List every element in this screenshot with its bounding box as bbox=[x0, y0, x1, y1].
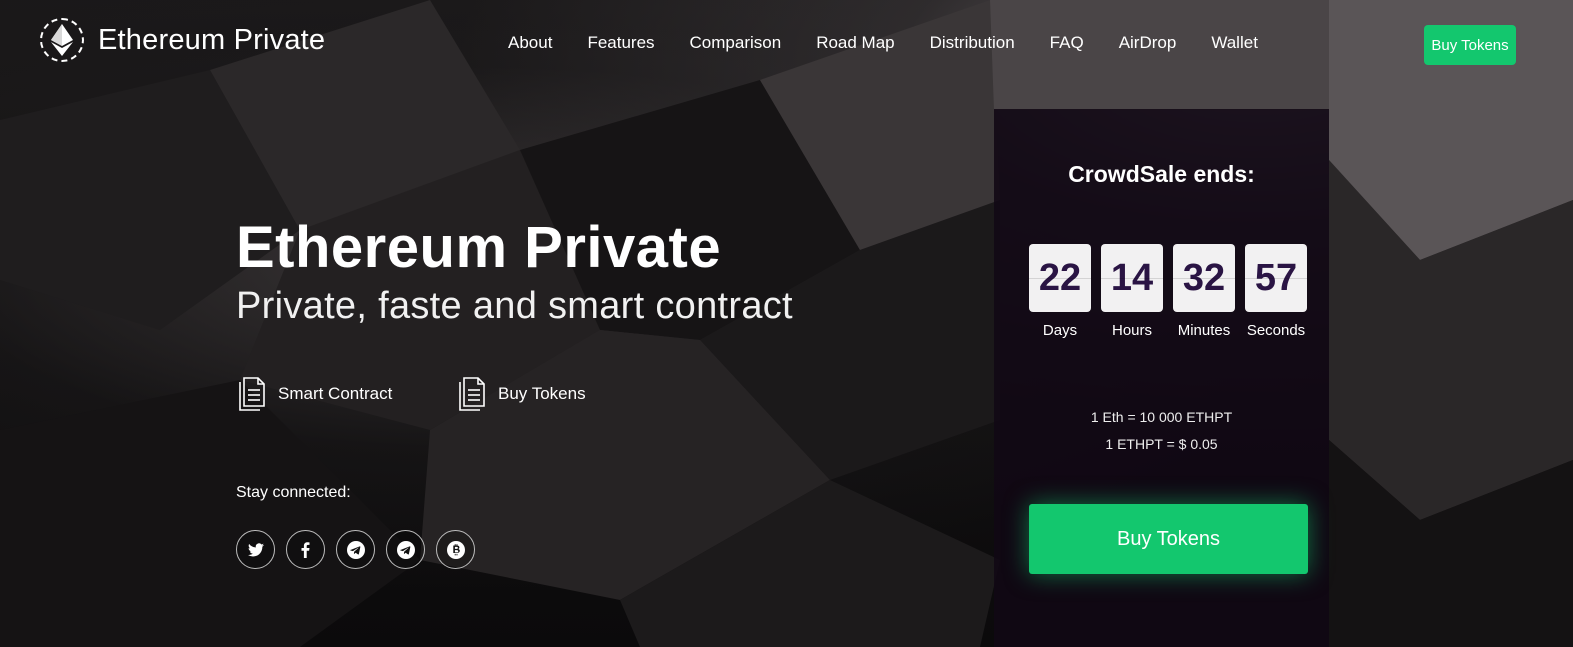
main-nav: About Features Comparison Road Map Distr… bbox=[508, 33, 1293, 53]
eth-rate: 1 Eth = 10 000 ETHPT bbox=[1090, 409, 1233, 425]
countdown-minutes-value: 32 bbox=[1173, 244, 1235, 312]
telegram-link[interactable] bbox=[386, 530, 425, 569]
buy-tokens-link[interactable]: Buy Tokens bbox=[456, 376, 586, 412]
document-icon bbox=[236, 376, 268, 412]
countdown-minutes-label: Minutes bbox=[1177, 322, 1231, 339]
telegram-link[interactable] bbox=[336, 530, 375, 569]
twitter-icon bbox=[247, 542, 264, 556]
countdown-minutes: 32 Minutes bbox=[1173, 244, 1235, 339]
smart-contract-link[interactable]: Smart Contract bbox=[236, 376, 392, 412]
buy-tokens-link-label: Buy Tokens bbox=[498, 384, 586, 403]
nav-about[interactable]: About bbox=[508, 33, 552, 53]
countdown-days: 22 Days bbox=[1029, 244, 1091, 339]
header-buy-tokens-button[interactable]: Buy Tokens bbox=[1424, 25, 1516, 65]
telegram-icon bbox=[396, 540, 415, 559]
document-icon bbox=[456, 376, 488, 412]
bitcoin-icon bbox=[446, 540, 465, 559]
countdown-days-label: Days bbox=[1042, 322, 1078, 339]
countdown-hours-label: Hours bbox=[1111, 322, 1152, 339]
stay-connected-label: Stay connected: bbox=[236, 484, 351, 501]
countdown-seconds-value: 57 bbox=[1245, 244, 1307, 312]
facebook-icon bbox=[301, 541, 310, 558]
bitcoin-link[interactable] bbox=[436, 530, 475, 569]
buy-tokens-button[interactable]: Buy Tokens bbox=[1029, 504, 1308, 574]
telegram-icon bbox=[346, 540, 365, 559]
countdown-seconds-label: Seconds bbox=[1246, 322, 1306, 339]
countdown-days-value: 22 bbox=[1029, 244, 1091, 312]
ethereum-icon bbox=[40, 18, 84, 62]
brand-logo[interactable]: Ethereum Private bbox=[40, 18, 325, 62]
countdown-hours-value: 14 bbox=[1101, 244, 1163, 312]
countdown-hours: 14 Hours bbox=[1101, 244, 1163, 339]
nav-airdrop[interactable]: AirDrop bbox=[1119, 33, 1177, 53]
nav-road-map[interactable]: Road Map bbox=[816, 33, 894, 53]
social-links bbox=[236, 530, 486, 569]
countdown-timer: 22 Days 14 Hours 32 Minutes 57 Seconds bbox=[1029, 244, 1307, 339]
crowdsale-title: CrowdSale ends: bbox=[1068, 161, 1255, 187]
nav-features[interactable]: Features bbox=[587, 33, 654, 53]
countdown-seconds: 57 Seconds bbox=[1245, 244, 1307, 339]
twitter-link[interactable] bbox=[236, 530, 275, 569]
brand-name: Ethereum Private bbox=[98, 23, 326, 56]
nav-distribution[interactable]: Distribution bbox=[930, 33, 1015, 53]
nav-comparison[interactable]: Comparison bbox=[690, 33, 782, 53]
nav-wallet[interactable]: Wallet bbox=[1211, 33, 1258, 53]
nav-faq[interactable]: FAQ bbox=[1050, 33, 1084, 53]
site-header: Ethereum Private About Features Comparis… bbox=[0, 0, 1573, 88]
hero-subtitle: Private, faste and smart contract bbox=[236, 285, 793, 327]
smart-contract-label: Smart Contract bbox=[278, 384, 393, 403]
hero-title: Ethereum Private bbox=[236, 215, 722, 280]
facebook-link[interactable] bbox=[286, 530, 325, 569]
ethpt-rate: 1 ETHPT = $ 0.05 bbox=[1105, 436, 1218, 452]
crowdsale-panel: CrowdSale ends: 22 Days 14 Hours 32 Minu… bbox=[994, 109, 1329, 647]
